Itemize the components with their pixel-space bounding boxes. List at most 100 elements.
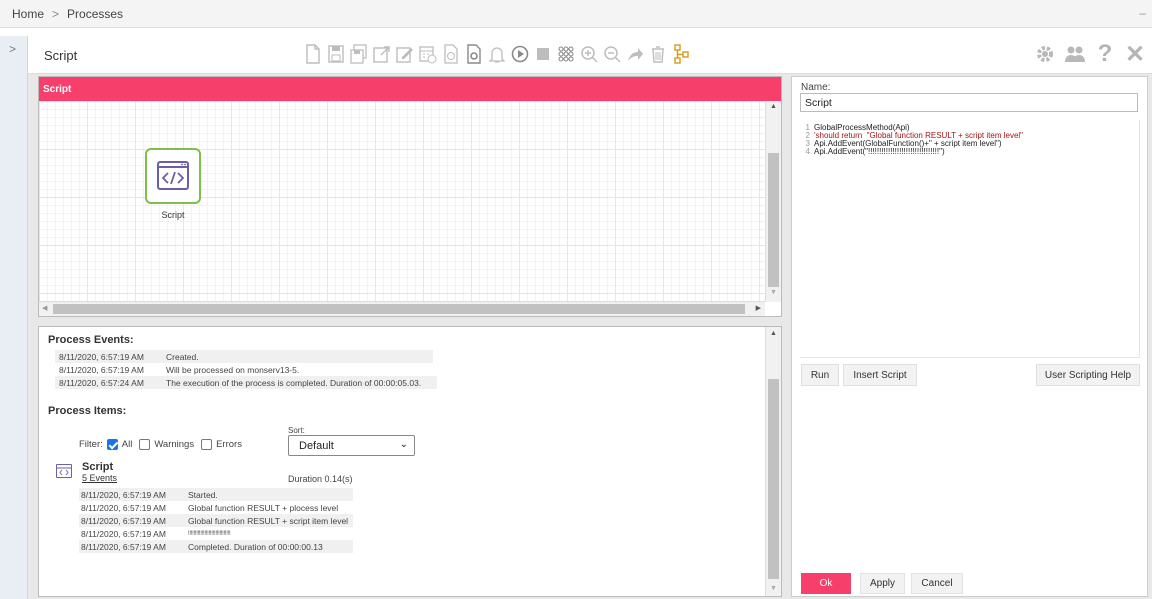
scroll-up-arrow-icon[interactable]: ▲ [770, 330, 777, 337]
stop-icon[interactable] [534, 43, 552, 65]
event-row: 8/11/2020, 6:57:19 AM Will be processed … [55, 363, 433, 376]
chevron-down-icon: ⌄ [399, 439, 408, 450]
events-panel: Process Events: 8/11/2020, 6:57:19 AM Cr… [38, 326, 782, 597]
delete-icon[interactable] [649, 43, 667, 65]
item-event-text: Global function RESULT + script item lev… [188, 515, 349, 526]
insert-script-button[interactable]: Insert Script [843, 364, 917, 386]
export-icon[interactable] [373, 43, 391, 65]
process-events-title: Process Events: [48, 334, 134, 346]
item-event-row: 8/11/2020, 6:57:19 AM Global function RE… [79, 514, 353, 527]
user-scripting-help-button[interactable]: User Scripting Help [1036, 364, 1140, 386]
item-event-time: 8/11/2020, 6:57:19 AM [81, 502, 166, 513]
hierarchy-icon[interactable] [672, 43, 690, 65]
name-label: Name: [801, 82, 831, 93]
properties-panel: Name: Script 1 GlobalProcessMethod(Api) … [791, 76, 1148, 597]
sort-select[interactable]: Default ⌄ [288, 435, 415, 456]
filter-label: Filter: [79, 439, 103, 450]
filter-errors-label: Errors [216, 439, 242, 450]
script-node[interactable] [145, 148, 201, 204]
item-event-time: 8/11/2020, 6:57:19 AM [81, 541, 166, 552]
toolbar: Script ? ✕ [28, 36, 1152, 74]
event-text: The execution of the process is complete… [166, 377, 422, 388]
gear-icon[interactable] [1034, 41, 1056, 67]
main-area: Script ? ✕ Script Script ▲ ▼ ◀ ▶ Process… [28, 36, 1152, 599]
breadcrumb-current: Processes [67, 6, 124, 21]
share-icon[interactable] [626, 43, 644, 65]
diagram-horizontal-scrollbar[interactable]: ◀ ▶ [39, 301, 765, 316]
scroll-right-arrow-icon[interactable]: ▶ [756, 304, 761, 312]
users-icon[interactable] [1064, 41, 1086, 67]
code-text: Api.AddEvent("!!!!!!!!!!!!!!!!!!!!!!!!!!… [814, 147, 945, 156]
scrollbar-thumb[interactable] [768, 379, 779, 579]
item-duration: Duration 0.14(s) [288, 474, 353, 484]
event-row: 8/11/2020, 6:57:19 AM Created. [55, 350, 433, 363]
breadcrumb-home[interactable]: Home [12, 7, 44, 21]
sort-value: Default [299, 440, 334, 452]
item-event-text: Global function RESULT + pl​ocess level [188, 502, 339, 513]
run-icon[interactable] [511, 43, 529, 65]
event-row: 8/11/2020, 6:57:24 AM The execution of t… [55, 376, 437, 389]
script-editor[interactable]: 1 GlobalProcessMethod(Api) 2 'should ret… [800, 120, 1140, 358]
item-event-time: 8/11/2020, 6:57:19 AM [81, 515, 166, 526]
notification-bell-icon[interactable] [488, 43, 506, 65]
breadcrumb-separator: > [52, 6, 60, 21]
zoom-out-icon[interactable] [603, 43, 621, 65]
diagram-header: Script [39, 77, 781, 101]
apply-button[interactable]: Apply [860, 573, 905, 594]
script-node-label: Script [161, 210, 185, 220]
item-event-row: 8/11/2020, 6:57:19 AM Started. [79, 488, 353, 501]
item-event-text: !!!!!!!!!!!!!!!!!!!!!!!!!!!!!!! [188, 530, 231, 537]
scrollbar-thumb[interactable] [53, 304, 745, 314]
filter-errors-checkbox[interactable] [201, 439, 213, 450]
new-document-icon[interactable] [304, 43, 322, 65]
cancel-button[interactable]: Cancel [911, 573, 963, 594]
help-icon[interactable]: ? [1094, 40, 1116, 67]
event-text: Created. [166, 351, 199, 362]
script-item-icon [56, 464, 72, 478]
code-line: 4 Api.AddEvent("!!!!!!!!!!!!!!!!!!!!!!!!… [800, 147, 945, 156]
filter-all-label: All [121, 439, 133, 450]
item-events-link[interactable]: 5 Events [82, 473, 117, 483]
events-vertical-scrollbar[interactable]: ▲ ▼ [765, 327, 781, 596]
item-event-row: 8/11/2020, 6:57:19 AM Completed. Duratio… [79, 540, 353, 553]
edit-icon[interactable] [396, 43, 414, 65]
item-title: Script [82, 461, 114, 473]
toolbar-right-icons: ? ✕ [1034, 40, 1146, 68]
diagram-panel: Script Script ▲ ▼ ◀ ▶ [38, 76, 782, 317]
process-items-title: Process Items: [48, 405, 127, 417]
save-as-icon[interactable] [350, 43, 368, 65]
grid-icon[interactable] [557, 43, 575, 65]
save-icon[interactable] [327, 43, 345, 65]
filter-all-checkbox[interactable] [106, 439, 118, 450]
line-number: 4 [805, 147, 810, 156]
run-button[interactable]: Run [801, 364, 839, 386]
close-icon[interactable]: ✕ [1124, 41, 1146, 68]
toolbar-icons [304, 43, 690, 65]
collapse-icon[interactable]: – [1139, 6, 1146, 20]
name-field[interactable]: Script [800, 93, 1138, 112]
expand-chevron-icon[interactable]: > [9, 42, 16, 56]
breadcrumb: Home > Processes – [0, 0, 1152, 28]
scroll-down-arrow-icon[interactable]: ▼ [770, 585, 777, 592]
ok-button[interactable]: Ok [801, 573, 851, 594]
diagram-vertical-scrollbar[interactable]: ▲ ▼ [765, 101, 781, 302]
filter-warnings-label: Warnings [154, 439, 195, 450]
schedule-icon[interactable] [419, 43, 437, 65]
item-event-time: 8/11/2020, 6:57:19 AM [81, 489, 166, 500]
sort-label: Sort: [288, 426, 305, 435]
event-time: 8/11/2020, 6:57:19 AM [59, 351, 144, 362]
script-icon[interactable] [442, 43, 460, 65]
event-text: Will be processed on monserv13-5. [166, 364, 300, 375]
scroll-left-arrow-icon[interactable]: ◀ [42, 304, 47, 312]
scroll-down-arrow-icon[interactable]: ▼ [770, 289, 777, 296]
diagram-canvas[interactable]: Script [39, 101, 765, 302]
zoom-in-icon[interactable] [580, 43, 598, 65]
scroll-up-arrow-icon[interactable]: ▲ [770, 103, 777, 110]
scrollbar-thumb[interactable] [768, 153, 779, 287]
left-sidebar-strip: > [0, 36, 28, 599]
filter-group: Filter: All Warnings Errors [79, 439, 242, 450]
filter-warnings-checkbox[interactable] [139, 439, 151, 450]
item-event-time: 8/11/2020, 6:57:19 AM [81, 528, 166, 539]
settings-icon[interactable] [465, 43, 483, 65]
page-title: Script [44, 48, 78, 63]
